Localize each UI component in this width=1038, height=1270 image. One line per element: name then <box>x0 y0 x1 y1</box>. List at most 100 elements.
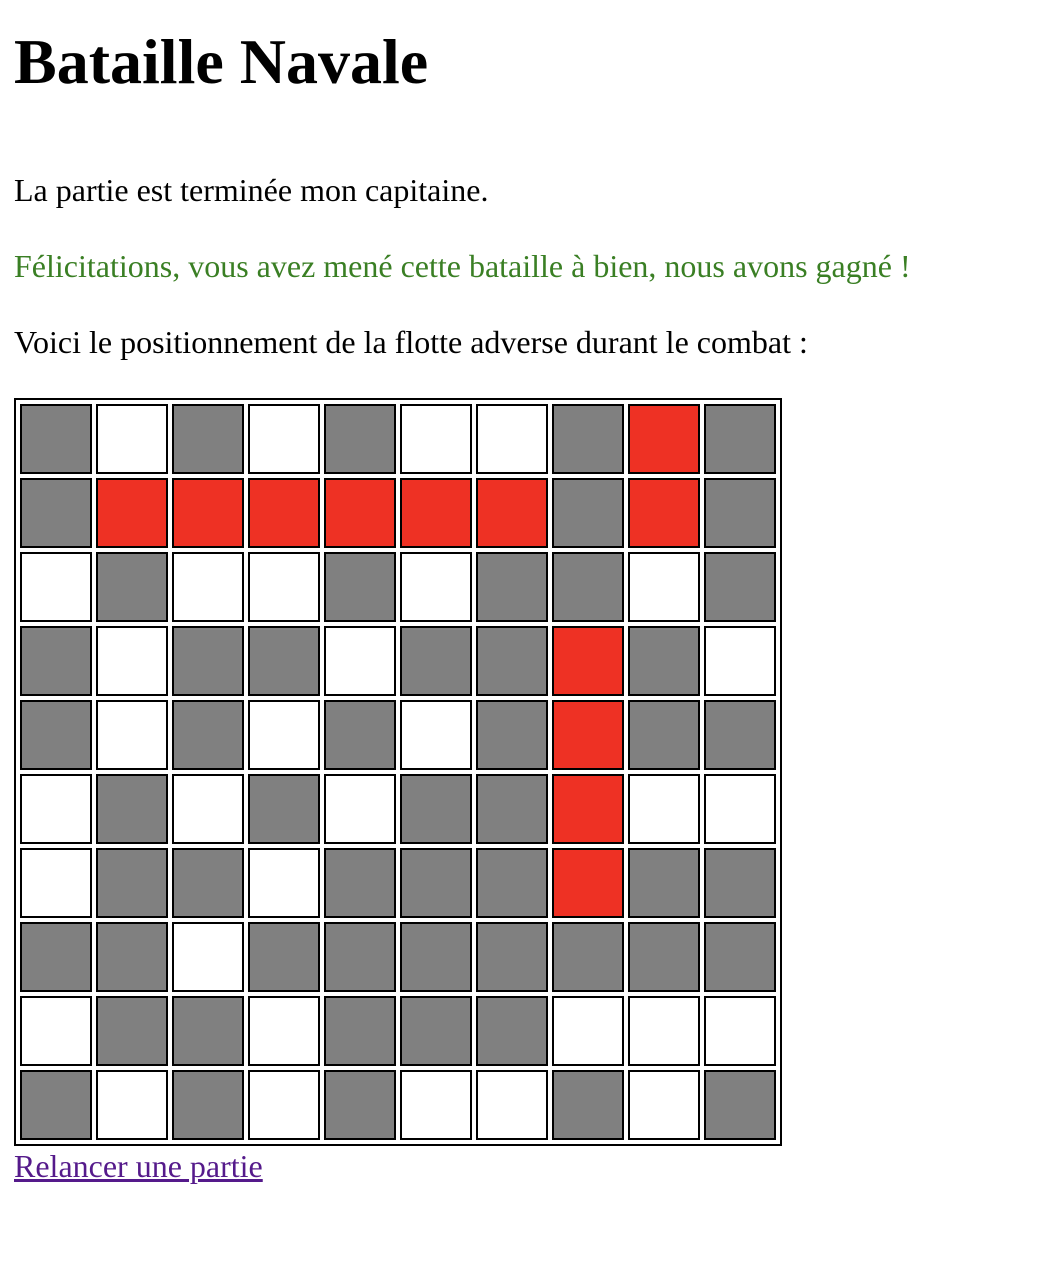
grid-cell-miss <box>400 848 472 918</box>
grid-cell-miss <box>476 774 548 844</box>
grid-cell-empty <box>172 774 244 844</box>
grid-cell-empty <box>96 626 168 696</box>
victory-message: Félicitations, vous avez mené cette bata… <box>14 248 911 284</box>
restart-game-link[interactable]: Relancer une partie <box>14 1146 1024 1186</box>
grid-cell-empty <box>400 404 472 474</box>
grid-cell-hit <box>400 478 472 548</box>
grid-cell-empty <box>248 404 320 474</box>
grid-cell-hit <box>552 626 624 696</box>
grid-cell-empty <box>20 996 92 1066</box>
grid-cell-miss <box>96 922 168 992</box>
grid-cell-empty <box>704 996 776 1066</box>
grid-cell-empty <box>96 1070 168 1140</box>
grid-cell-empty <box>96 700 168 770</box>
grid-cell-miss <box>324 1070 396 1140</box>
grid-cell-miss <box>704 552 776 622</box>
grid-row <box>20 996 776 1066</box>
grid-cell-empty <box>172 922 244 992</box>
grid-cell-miss <box>96 552 168 622</box>
grid-cell-miss <box>172 848 244 918</box>
grid-cell-miss <box>20 404 92 474</box>
grid-cell-empty <box>248 848 320 918</box>
grid-row <box>20 404 776 474</box>
grid-cell-miss <box>324 996 396 1066</box>
grid-cell-miss <box>172 700 244 770</box>
grid-cell-miss <box>400 996 472 1066</box>
grid-cell-miss <box>552 478 624 548</box>
grid-row <box>20 700 776 770</box>
grid-cell-hit <box>628 478 700 548</box>
grid-body <box>20 404 776 1140</box>
grid-cell-hit <box>96 478 168 548</box>
grid-cell-miss <box>172 626 244 696</box>
grid-cell-miss <box>704 848 776 918</box>
grid-cell-miss <box>400 922 472 992</box>
grid-row <box>20 922 776 992</box>
grid-cell-hit <box>324 478 396 548</box>
grid-cell-empty <box>324 626 396 696</box>
grid-cell-miss <box>552 404 624 474</box>
grid-cell-miss <box>20 700 92 770</box>
grid-cell-miss <box>552 1070 624 1140</box>
grid-cell-miss <box>20 922 92 992</box>
grid-cell-hit <box>552 700 624 770</box>
grid-cell-empty <box>248 700 320 770</box>
grid-cell-miss <box>96 848 168 918</box>
grid-cell-empty <box>400 700 472 770</box>
grid-cell-empty <box>324 774 396 844</box>
grid-cell-hit <box>552 848 624 918</box>
grid-cell-empty <box>704 626 776 696</box>
grid-row <box>20 478 776 548</box>
grid-cell-miss <box>628 626 700 696</box>
grid-cell-miss <box>20 478 92 548</box>
grid-cell-miss <box>248 922 320 992</box>
grid-row <box>20 626 776 696</box>
grid-cell-miss <box>172 1070 244 1140</box>
grid-cell-empty <box>248 1070 320 1140</box>
grid-cell-miss <box>476 996 548 1066</box>
grid-cell-empty <box>704 774 776 844</box>
grid-cell-miss <box>628 922 700 992</box>
grid-cell-empty <box>172 552 244 622</box>
grid-cell-empty <box>628 774 700 844</box>
grid-cell-miss <box>248 626 320 696</box>
grid-cell-miss <box>324 404 396 474</box>
grid-cell-miss <box>704 404 776 474</box>
grid-cell-miss <box>20 1070 92 1140</box>
game-status-text: La partie est terminée mon capitaine. <box>14 172 489 208</box>
fleet-intro-text: Voici le positionnement de la flotte adv… <box>14 324 808 360</box>
grid-cell-empty <box>628 552 700 622</box>
page-title: Bataille Navale <box>14 26 429 97</box>
grid-cell-empty <box>476 1070 548 1140</box>
grid-row <box>20 774 776 844</box>
grid-cell-miss <box>628 848 700 918</box>
grid-cell-miss <box>96 996 168 1066</box>
grid-row <box>20 552 776 622</box>
grid-cell-empty <box>20 774 92 844</box>
grid-cell-empty <box>628 996 700 1066</box>
grid-cell-miss <box>324 848 396 918</box>
grid-cell-empty <box>248 552 320 622</box>
grid-cell-miss <box>172 996 244 1066</box>
grid-cell-miss <box>628 700 700 770</box>
grid-cell-miss <box>324 552 396 622</box>
grid-cell-hit <box>476 478 548 548</box>
grid-cell-hit <box>552 774 624 844</box>
grid-cell-empty <box>248 996 320 1066</box>
grid-cell-miss <box>552 922 624 992</box>
grid-cell-empty <box>96 404 168 474</box>
grid-cell-miss <box>704 700 776 770</box>
grid-cell-miss <box>400 774 472 844</box>
grid-cell-miss <box>248 774 320 844</box>
grid-cell-miss <box>476 700 548 770</box>
grid-cell-miss <box>476 552 548 622</box>
grid-cell-miss <box>324 922 396 992</box>
grid-cell-hit <box>172 478 244 548</box>
grid-cell-miss <box>704 922 776 992</box>
grid-cell-miss <box>476 848 548 918</box>
grid-cell-miss <box>552 552 624 622</box>
grid-cell-miss <box>96 774 168 844</box>
grid-cell-miss <box>476 922 548 992</box>
grid-cell-miss <box>476 626 548 696</box>
grid-cell-empty <box>400 552 472 622</box>
